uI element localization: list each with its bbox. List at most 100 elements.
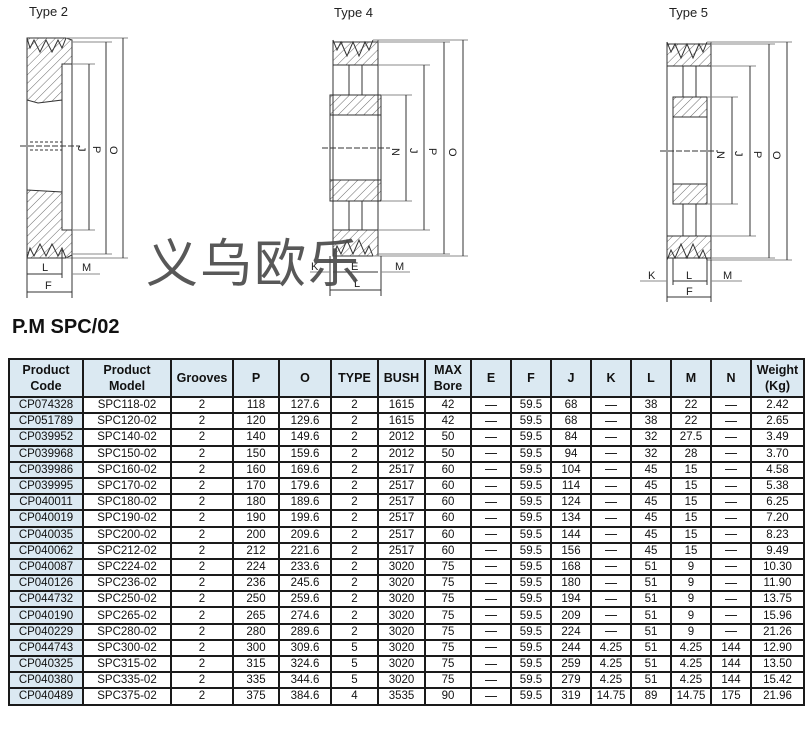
dim-label-o: O [107, 146, 119, 155]
not-applicable-dash [605, 598, 617, 600]
table-cell: 22 [670, 395, 712, 415]
table-cell: 375 [232, 687, 280, 706]
table-cell: 190 [232, 509, 280, 528]
product-code-cell: CP074328 [8, 395, 84, 415]
table-cell: 124 [550, 493, 592, 512]
table-cell: 51 [630, 590, 672, 609]
column-header: F [510, 358, 552, 398]
product-code-cell: CP039968 [8, 444, 84, 463]
not-applicable-dash [725, 582, 737, 584]
table-cell [590, 460, 632, 479]
table-cell: 2 [330, 493, 379, 512]
table-cell: 224 [550, 622, 592, 641]
table-cell: 156 [550, 541, 592, 560]
table-cell: 7.20 [750, 509, 805, 528]
table-cell [470, 541, 512, 560]
not-applicable-dash [725, 534, 737, 536]
product-code-cell: CP040035 [8, 525, 84, 544]
table-cell: 2.42 [750, 395, 805, 415]
table-cell: 160 [232, 460, 280, 479]
table-cell: 2 [170, 638, 234, 658]
table-cell [470, 590, 512, 609]
product-code-cell: CP040229 [8, 622, 84, 641]
dim-label-o: O [770, 151, 782, 160]
table-cell: 38 [630, 412, 672, 431]
table-cell: 15 [670, 541, 712, 560]
table-cell: 129.6 [278, 412, 332, 431]
table-cell [710, 493, 752, 512]
spec-table: Product Code Product Model Grooves P O TYPE BUSH… [8, 358, 805, 706]
table-cell: 4.58 [750, 460, 805, 479]
dim-label-m: M [395, 261, 404, 273]
table-row: CP039968 SPC150-02 2 150 159.6 2 2012 50 59.5 94 3… [8, 444, 805, 463]
table-cell: 2 [170, 525, 234, 544]
table-row: CP040190 SPC265-02 2 265 274.6 2 3020 75 59.5 209… [8, 606, 805, 625]
table-cell: 344.6 [278, 671, 332, 690]
not-applicable-dash [605, 534, 617, 536]
table-cell: 244 [550, 638, 592, 658]
table-cell: 75 [424, 622, 472, 641]
table-cell: 2 [330, 476, 379, 496]
table-cell: 2 [170, 395, 234, 415]
table-cell: SPC375-02 [82, 687, 172, 706]
table-cell: 2 [170, 460, 234, 479]
not-applicable-dash [485, 550, 497, 552]
table-cell [470, 476, 512, 496]
table-cell: 209 [550, 606, 592, 625]
table-cell: 324.6 [278, 654, 332, 674]
product-code-cell: CP040087 [8, 557, 84, 577]
table-cell: 144 [710, 671, 752, 690]
table-cell: 75 [424, 654, 472, 674]
column-header: L [630, 358, 672, 398]
table-cell: 2 [330, 557, 379, 577]
table-cell: 159.6 [278, 444, 332, 463]
dim-label-n: N [389, 148, 401, 156]
table-cell: 75 [424, 671, 472, 690]
not-applicable-dash [725, 501, 737, 503]
product-code-cell: CP040325 [8, 654, 84, 674]
table-cell [710, 622, 752, 641]
table-cell [590, 622, 632, 641]
table-cell [590, 557, 632, 577]
table-cell: 59.5 [510, 590, 552, 609]
not-applicable-dash [485, 501, 497, 503]
not-applicable-dash [605, 501, 617, 503]
table-cell: 51 [630, 622, 672, 641]
table-cell: 118 [232, 395, 280, 415]
table-cell: 245.6 [278, 574, 332, 593]
table-cell [590, 509, 632, 528]
table-cell: 11.90 [750, 574, 805, 593]
table-cell: SPC265-02 [82, 606, 172, 625]
table-cell: 134 [550, 509, 592, 528]
table-row: CP051789 SPC120-02 2 120 129.6 2 1615 42 59.5 68 3… [8, 412, 805, 431]
product-code-cell: CP039986 [8, 460, 84, 479]
table-cell: SPC280-02 [82, 622, 172, 641]
table-cell [710, 412, 752, 431]
table-cell: 28 [670, 444, 712, 463]
table-cell: SPC190-02 [82, 509, 172, 528]
table-cell: 2517 [377, 509, 426, 528]
table-cell: 59.5 [510, 460, 552, 479]
column-header-text: Bore [433, 379, 463, 393]
column-header: J [550, 358, 592, 398]
table-cell: 5.38 [750, 476, 805, 496]
table-cell: 2 [330, 622, 379, 641]
table-cell: 22 [670, 412, 712, 431]
not-applicable-dash [725, 436, 737, 438]
table-cell: 3535 [377, 687, 426, 706]
table-cell [710, 509, 752, 528]
table-cell: 59.5 [510, 654, 552, 674]
table-cell: 59.5 [510, 395, 552, 415]
table-cell: 280 [232, 622, 280, 641]
table-cell: 144 [710, 654, 752, 674]
table-cell: 309.6 [278, 638, 332, 658]
table-cell: 59.5 [510, 638, 552, 658]
table-cell: 10.30 [750, 557, 805, 577]
table-cell: 59.5 [510, 671, 552, 690]
table-cell: 15 [670, 525, 712, 544]
table-cell [590, 574, 632, 593]
column-header-text: L [647, 371, 655, 385]
table-cell: 60 [424, 541, 472, 560]
watermark-text: 义乌欧乐 [146, 235, 363, 295]
table-cell: 2 [330, 606, 379, 625]
